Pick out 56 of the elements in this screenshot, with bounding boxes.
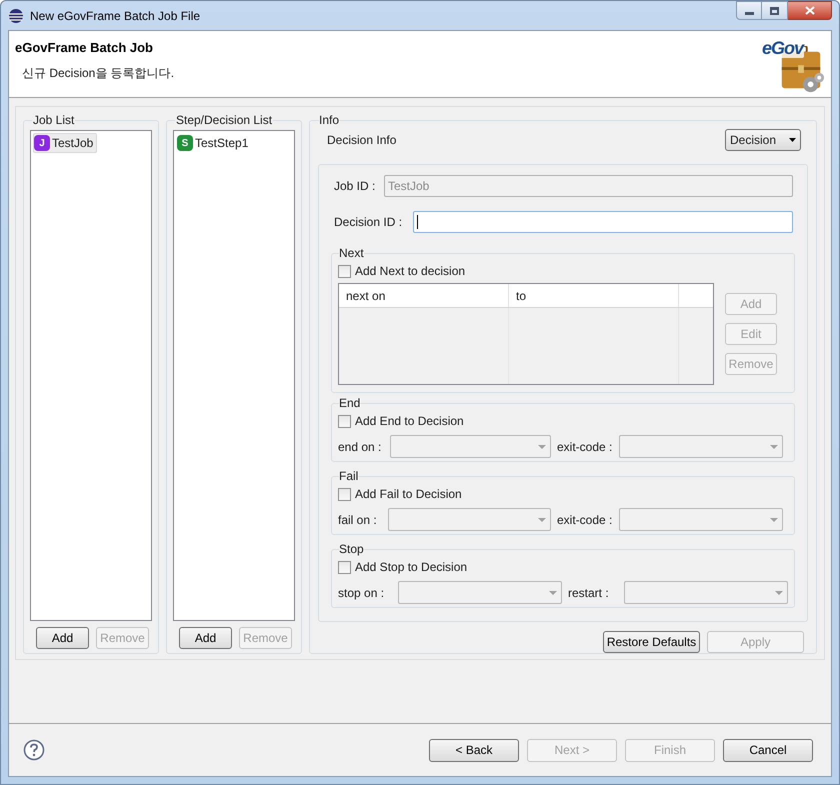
list-item[interactable]: J TestJob [33, 133, 98, 153]
select-label: restart : [568, 584, 610, 602]
caret-icon [789, 138, 796, 142]
group-title: Stop [339, 541, 364, 558]
checkbox-label: Add End to Decision [355, 413, 464, 430]
help-icon [23, 739, 45, 761]
close-icon [804, 6, 814, 15]
page-description: 신규 Decision을 등록합니다. [22, 64, 174, 82]
checkbox[interactable] [338, 264, 351, 278]
group-title: Next [339, 245, 364, 262]
select-label: stop on : [338, 584, 386, 602]
logo: eGov [765, 38, 827, 94]
button[interactable]: Restore Defaults [603, 631, 700, 653]
app-icon [8, 8, 24, 24]
section-title: Decision Info [327, 132, 396, 149]
dropdown-arrow-icon [538, 518, 546, 522]
dropdown-arrow-icon [770, 444, 778, 448]
dropdown-arrow-icon [770, 518, 778, 522]
checkbox-label: Add Stop to Decision [355, 559, 468, 576]
dropdown-arrow-icon [775, 590, 783, 594]
group-title: Job List [32, 112, 76, 129]
group-title: Fail [339, 468, 358, 485]
checkbox[interactable] [338, 560, 351, 574]
field-label: Job ID : [334, 178, 376, 195]
checkbox-label: Add Next to decision [355, 263, 466, 280]
select-label: fail on : [338, 512, 378, 528]
dropdown-arrow-icon [538, 444, 546, 448]
column-header[interactable]: to [509, 284, 679, 307]
button[interactable]: Add [179, 627, 232, 649]
select-label: exit-code : [557, 512, 614, 528]
button[interactable]: < Back [429, 738, 519, 762]
checkbox[interactable] [338, 414, 351, 428]
button[interactable]: Cancel [723, 738, 813, 762]
select-label: end on : [338, 438, 382, 456]
button[interactable]: Add [36, 627, 89, 649]
item-label: TestJob [52, 135, 94, 152]
item-label: TestStep1 [195, 135, 248, 152]
group-title: Step/Decision List [175, 112, 274, 129]
column-header[interactable]: next on [339, 284, 509, 307]
item-icon: J [34, 135, 50, 151]
checkbox-label: Add Fail to Decision [355, 486, 462, 503]
field-label: Decision ID : [334, 214, 404, 231]
checkbox[interactable] [338, 488, 351, 500]
group-title: End [339, 395, 360, 412]
page-title: eGovFrame Batch Job [15, 39, 154, 57]
decision-id-field[interactable] [413, 211, 793, 233]
window-title: New eGovFrame Batch Job File [30, 8, 200, 24]
minimize-button[interactable] [736, 1, 762, 20]
close-button[interactable] [788, 1, 832, 20]
select-label: exit-code : [557, 438, 614, 456]
group-title: Info [319, 112, 340, 129]
dropdown-arrow-icon [549, 590, 557, 594]
list-item[interactable]: S TestStep1 [176, 133, 252, 153]
type-dropdown[interactable]: Decision [725, 129, 801, 151]
maximize-button[interactable] [762, 1, 788, 20]
item-icon: S [177, 135, 193, 151]
